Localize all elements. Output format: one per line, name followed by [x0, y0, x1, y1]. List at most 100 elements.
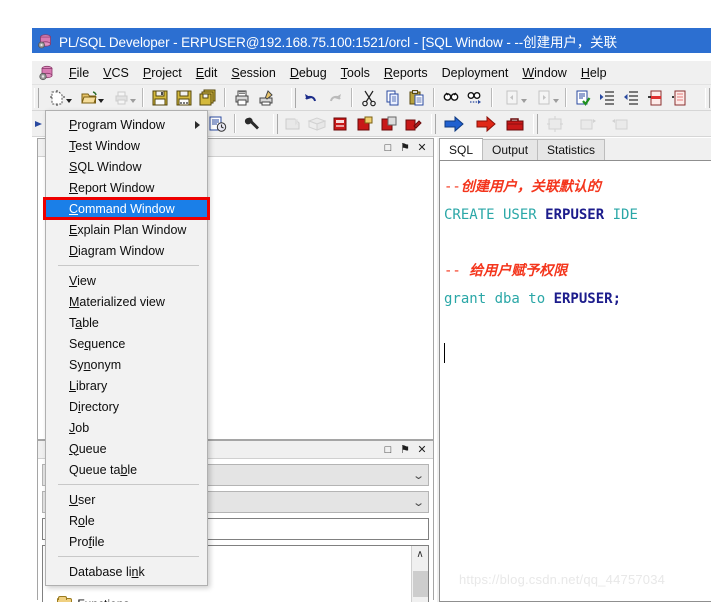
menu-item-job[interactable]: Job [46, 417, 207, 438]
menu-item-vcs[interactable]: VCS [96, 64, 136, 82]
menu-item-report-window[interactable]: Report Window [46, 177, 207, 198]
toolbar-grip[interactable] [705, 87, 710, 108]
open-folder-icon[interactable] [75, 87, 105, 109]
chevron-down-icon[interactable] [66, 98, 72, 103]
new-object-dropdown-menu[interactable]: Program Window Test Window SQL Window Repor… [45, 110, 208, 586]
chevron-down-icon[interactable]: ⌄ [412, 469, 425, 482]
menu-item-library[interactable]: Library [46, 375, 207, 396]
tab-sql[interactable]: SQL [439, 138, 484, 160]
list-item[interactable]: › Functions [49, 596, 129, 602]
toolbar-grip[interactable] [273, 113, 278, 134]
maximize-icon[interactable]: □ [381, 141, 395, 155]
close-icon[interactable]: ✕ [415, 443, 429, 457]
menu-item-view[interactable]: View [46, 270, 207, 291]
print-setup-icon[interactable] [255, 87, 277, 109]
indent-icon[interactable] [596, 87, 618, 109]
check-syntax-icon[interactable] [572, 87, 594, 109]
comment-icon[interactable] [644, 87, 666, 109]
menu-item-database-link[interactable]: Database link [46, 561, 207, 582]
save-icon[interactable] [149, 87, 171, 109]
previous-page-icon[interactable] [498, 87, 528, 109]
menu-item-project[interactable]: Project [136, 64, 189, 82]
pin-icon[interactable]: ⚑ [398, 141, 412, 155]
step-over-disabled-icon[interactable] [306, 113, 328, 135]
scroll-up-icon[interactable]: ∧ [412, 546, 429, 563]
application-menu-icon[interactable] [38, 64, 55, 81]
new-document-icon[interactable] [43, 87, 73, 109]
toolbar-grip[interactable] [34, 87, 39, 108]
tools-red-icon[interactable] [402, 113, 424, 135]
cascade-disabled-icon[interactable] [574, 113, 604, 135]
cut-icon[interactable] [358, 87, 380, 109]
code-line: grant dba to ERPUSER; [444, 285, 711, 313]
open-folder-red-icon[interactable] [354, 113, 376, 135]
chevron-down-icon[interactable] [98, 98, 104, 103]
menu-item-window[interactable]: Window [515, 64, 573, 82]
beautifier-icon[interactable] [330, 113, 352, 135]
toolbar-grip[interactable] [291, 87, 296, 108]
chevron-down-icon[interactable] [521, 98, 527, 103]
preferences-icon[interactable] [241, 113, 263, 135]
toolbar-grip[interactable] [533, 113, 538, 134]
redo-icon[interactable] [324, 87, 346, 109]
save-as-icon[interactable] [173, 87, 195, 109]
tab-output[interactable]: Output [482, 139, 539, 160]
undo-icon[interactable] [300, 87, 322, 109]
menu-item-reports[interactable]: Reports [377, 64, 435, 82]
tab-statistics[interactable]: Statistics [537, 139, 606, 160]
find-icon[interactable] [440, 87, 462, 109]
close-icon[interactable]: ✕ [415, 141, 429, 155]
menu-item-explain-plan-window[interactable]: Explain Plan Window [46, 219, 207, 240]
tile-disabled-icon[interactable] [542, 113, 572, 135]
find-next-icon[interactable] [464, 87, 486, 109]
print-preview-icon[interactable] [107, 87, 137, 109]
vertical-scrollbar[interactable]: ∧ [411, 546, 428, 602]
menu-item-command-window[interactable]: Command Window [46, 198, 207, 219]
chevron-down-icon[interactable] [553, 98, 559, 103]
menu-item-synonym[interactable]: Synonym [46, 354, 207, 375]
paste-icon[interactable] [406, 87, 428, 109]
menu-item-profile[interactable]: Profile [46, 531, 207, 552]
outdent-icon[interactable] [620, 87, 642, 109]
menu-item-session[interactable]: Session [224, 64, 282, 82]
chevron-down-icon[interactable]: ⌄ [412, 496, 425, 509]
arrange-disabled-icon[interactable] [606, 113, 636, 135]
print-icon[interactable] [231, 87, 253, 109]
menu-item-queue[interactable]: Queue [46, 438, 207, 459]
menu-item-tools[interactable]: Tools [334, 64, 377, 82]
pin-icon[interactable]: ⚑ [398, 443, 412, 457]
copy-red-icon[interactable] [378, 113, 400, 135]
step-into-disabled-icon[interactable] [282, 113, 304, 135]
menu-item-sequence[interactable]: Sequence [46, 333, 207, 354]
uncomment-icon[interactable] [668, 87, 690, 109]
maximize-icon[interactable]: □ [381, 443, 395, 457]
next-page-icon[interactable] [530, 87, 560, 109]
toolbox-icon[interactable] [504, 113, 526, 135]
menu-item-user[interactable]: User [46, 489, 207, 510]
menu-item-file[interactable]: File [62, 64, 96, 82]
menu-item-program-window[interactable]: Program Window [46, 114, 207, 135]
scrollbar-thumb[interactable] [412, 571, 428, 597]
menu-item-debug[interactable]: Debug [283, 64, 334, 82]
chevron-down-icon[interactable] [130, 98, 136, 103]
menu-item-role[interactable]: Role [46, 510, 207, 531]
copy-icon[interactable] [382, 87, 404, 109]
sql-editor-text[interactable]: --创建用户，关联默认的 CREATE USER ERPUSER IDE -- … [439, 160, 711, 602]
menu-item-edit[interactable]: Edit [189, 64, 225, 82]
menu-item-test-window[interactable]: Test Window [46, 135, 207, 156]
menu-item-sql-window[interactable]: SQL Window [46, 156, 207, 177]
chevron-right-icon[interactable]: › [49, 599, 52, 602]
menu-item-queue-table[interactable]: Queue table [46, 459, 207, 480]
menu-item-label: SQL Window [69, 159, 142, 174]
menu-item-materialized-view[interactable]: Materialized view [46, 291, 207, 312]
toolbar-grip[interactable] [431, 113, 436, 134]
next-blue-arrow-icon[interactable] [440, 113, 470, 135]
menu-item-diagram-window[interactable]: Diagram Window [46, 240, 207, 261]
save-all-icon[interactable] [197, 87, 219, 109]
menu-item-deployment[interactable]: Deployment [435, 64, 516, 82]
menu-item-help[interactable]: Help [574, 64, 614, 82]
menu-item-directory[interactable]: Directory [46, 396, 207, 417]
menu-item-table[interactable]: Table [46, 312, 207, 333]
next-red-arrow-icon[interactable] [472, 113, 502, 135]
explain-plan-icon[interactable] [207, 113, 229, 135]
